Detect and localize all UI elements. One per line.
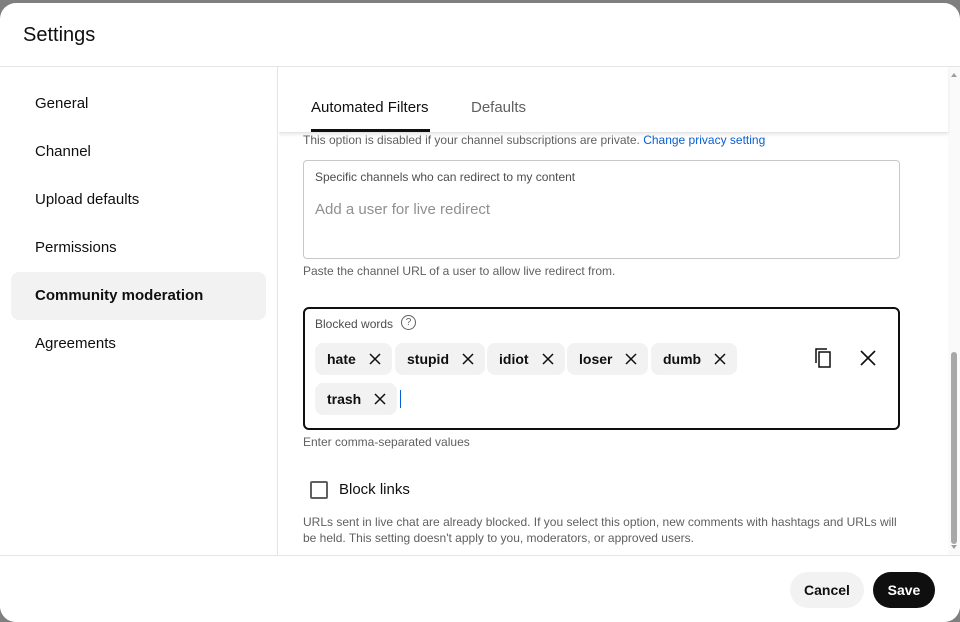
clear-icon[interactable] <box>856 346 880 370</box>
privacy-note-text: This option is disabled if your channel … <box>303 133 640 147</box>
blocked-words-field[interactable]: Blocked words ? hate stupid idiot loser … <box>303 307 900 430</box>
sidebar-item-general[interactable]: General <box>11 80 266 128</box>
settings-dialog: Settings General Channel Upload defaults… <box>0 3 960 622</box>
blocked-word-chip: trash <box>315 383 398 415</box>
privacy-note: This option is disabled if your channel … <box>303 133 765 147</box>
scroll-up-arrow-icon[interactable] <box>951 73 957 77</box>
chip-label: dumb <box>663 351 702 367</box>
block-links-label[interactable]: Block links <box>339 481 410 498</box>
sidebar-item-channel[interactable]: Channel <box>11 128 266 176</box>
remove-chip-icon[interactable] <box>713 352 727 366</box>
sidebar: General Channel Upload defaults Permissi… <box>0 67 278 555</box>
dialog-title: Settings <box>23 24 96 46</box>
help-icon[interactable]: ? <box>401 315 416 330</box>
tab-defaults[interactable]: Defaults <box>471 99 526 116</box>
live-redirect-label: Specific channels who can redirect to my… <box>315 170 576 184</box>
blocked-word-chip: stupid <box>395 343 485 375</box>
live-redirect-helper: Paste the channel URL of a user to allow… <box>303 264 616 278</box>
remove-chip-icon[interactable] <box>624 352 638 366</box>
blocked-word-chip: hate <box>315 343 392 375</box>
chip-label: loser <box>579 351 613 367</box>
chip-label: idiot <box>499 351 529 367</box>
chip-label: hate <box>327 351 356 367</box>
live-redirect-field[interactable]: Specific channels who can redirect to my… <box>303 160 900 259</box>
block-links-checkbox[interactable] <box>310 481 328 499</box>
dialog-header: Settings <box>0 3 960 67</box>
content-panel: Automated Filters Defaults This option i… <box>279 67 960 555</box>
change-privacy-setting-link[interactable]: Change privacy setting <box>643 133 765 147</box>
remove-chip-icon[interactable] <box>373 392 387 406</box>
live-redirect-input[interactable] <box>315 201 875 218</box>
sidebar-item-permissions[interactable]: Permissions <box>11 224 266 272</box>
sidebar-item-upload-defaults[interactable]: Upload defaults <box>11 176 266 224</box>
scrollbar-thumb[interactable] <box>951 352 957 544</box>
blocked-words-label: Blocked words <box>315 317 394 331</box>
text-caret <box>400 390 401 408</box>
block-links-description: URLs sent in live chat are already block… <box>303 515 897 545</box>
remove-chip-icon[interactable] <box>541 352 555 366</box>
active-tab-indicator <box>311 129 430 132</box>
blocked-word-chip: dumb <box>651 343 738 375</box>
copy-icon[interactable] <box>812 346 836 370</box>
blocked-word-chip: idiot <box>487 343 565 375</box>
blocked-word-chip: loser <box>567 343 649 375</box>
dialog-footer: Cancel Save <box>0 555 960 622</box>
scroll-down-arrow-icon[interactable] <box>951 545 957 549</box>
scrollbar[interactable] <box>948 67 960 555</box>
sidebar-item-community-moderation[interactable]: Community moderation <box>11 272 266 320</box>
save-button[interactable]: Save <box>873 572 935 608</box>
remove-chip-icon[interactable] <box>461 352 475 366</box>
sidebar-item-agreements[interactable]: Agreements <box>11 320 266 368</box>
tab-automated-filters[interactable]: Automated Filters <box>311 99 429 116</box>
tab-bar: Automated Filters Defaults <box>279 67 948 133</box>
blocked-words-helper: Enter comma-separated values <box>303 435 470 449</box>
chip-label: trash <box>327 391 362 407</box>
cancel-button[interactable]: Cancel <box>790 572 864 608</box>
remove-chip-icon[interactable] <box>368 352 382 366</box>
chip-label: stupid <box>407 351 449 367</box>
